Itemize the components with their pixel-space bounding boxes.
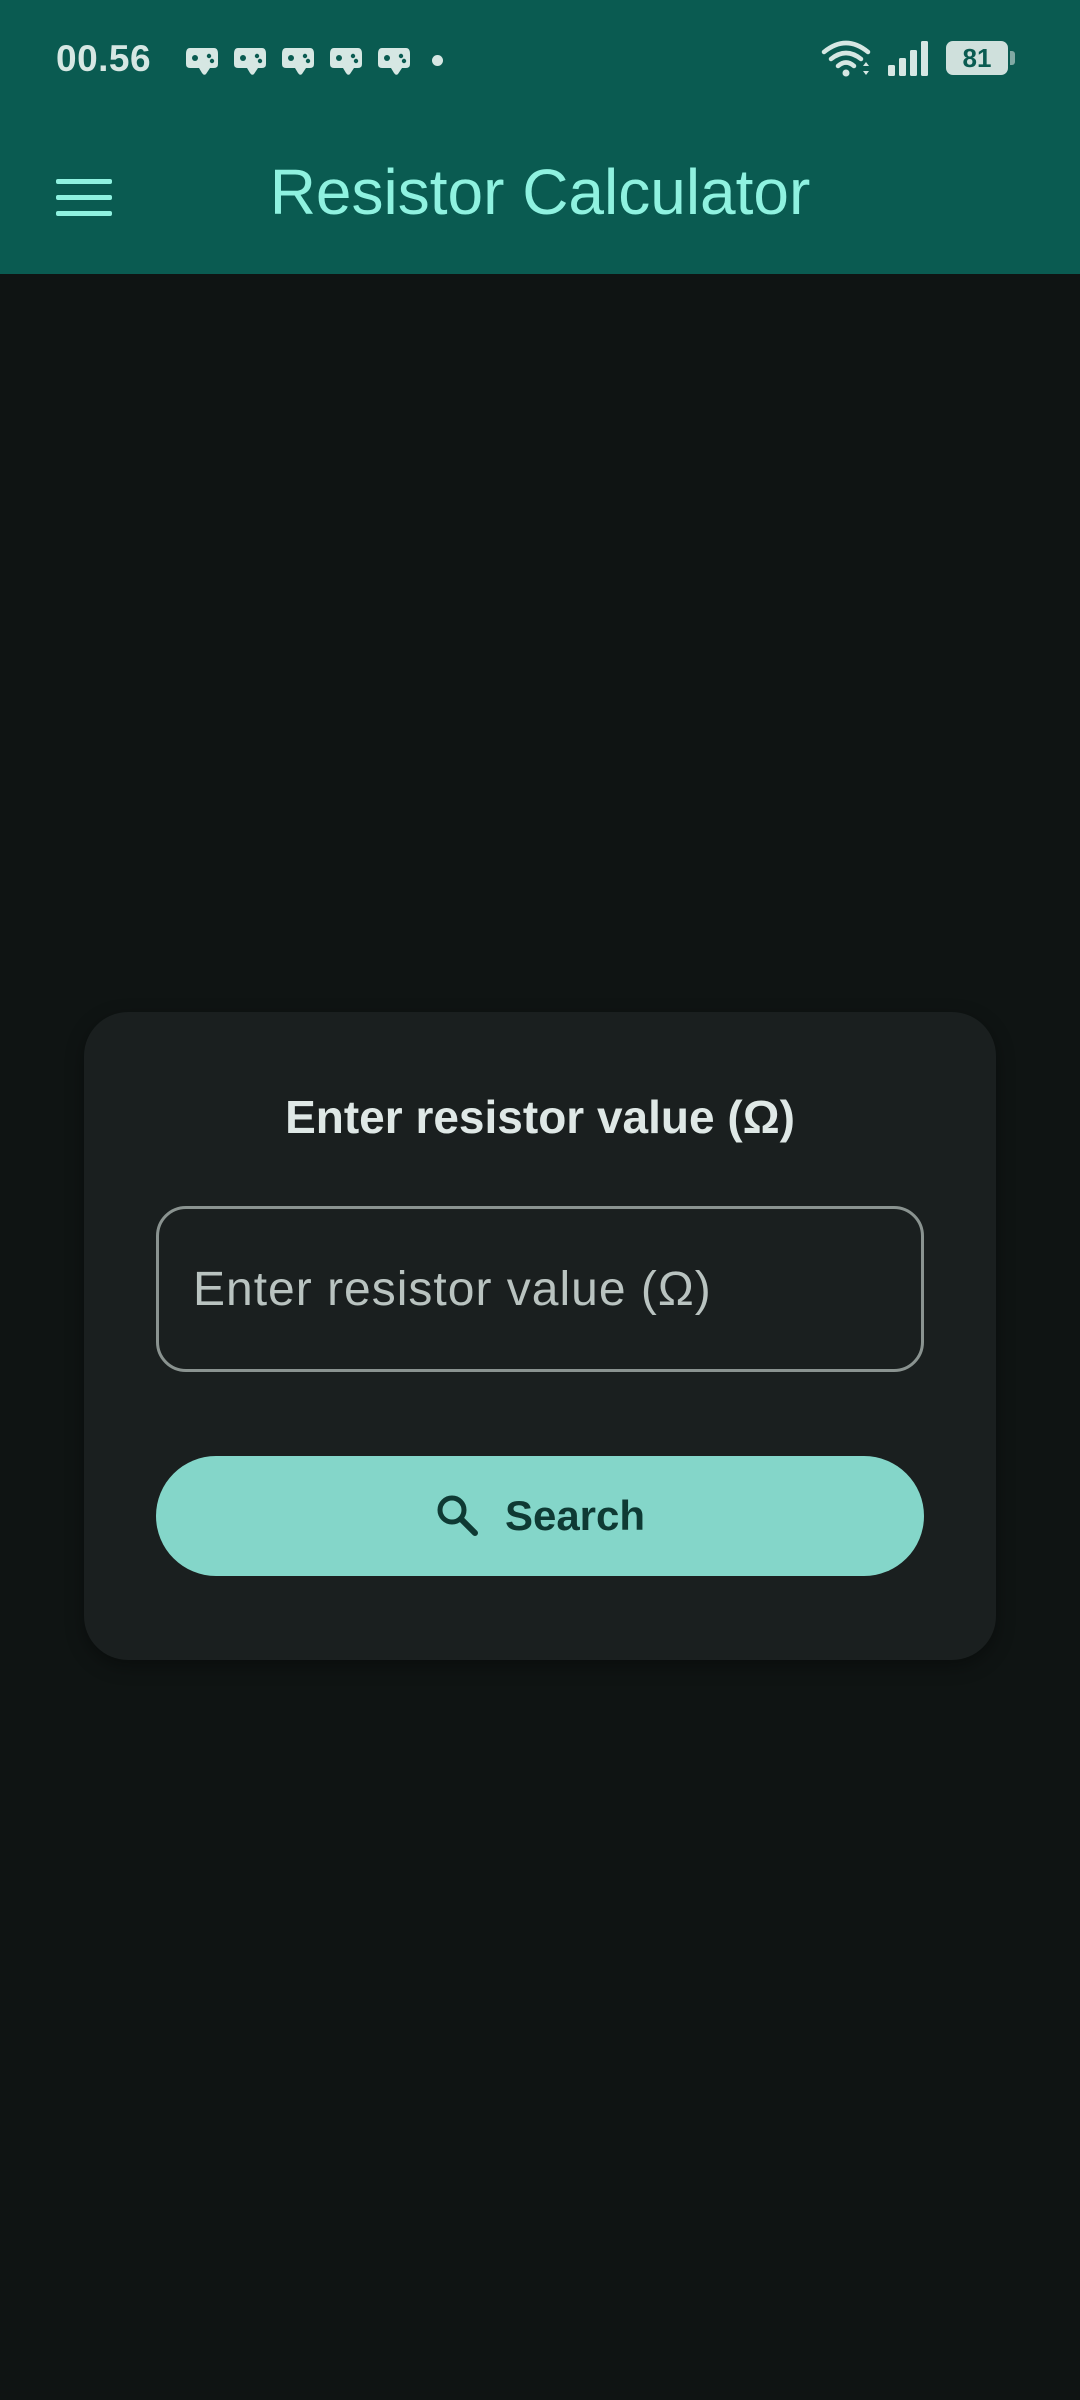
game-controller-icon	[328, 44, 364, 76]
search-icon	[435, 1493, 479, 1540]
signal-icon	[886, 38, 932, 78]
game-controller-icon	[280, 44, 316, 76]
search-button-label: Search	[504, 1492, 646, 1539]
resistor-input-card: Enter resistor value (Ω) Search	[84, 1012, 996, 1660]
game-controller-icon	[232, 44, 268, 76]
game-controller-icon	[184, 44, 220, 76]
app-title: Resistor Calculator	[269, 156, 811, 228]
battery-level: 81	[962, 42, 992, 73]
top-bar: 00.56 81 Resistor Calculator	[0, 0, 1080, 274]
more-notifications-dot-icon	[432, 54, 443, 66]
search-button[interactable]: Search	[156, 1456, 924, 1576]
resistor-value-input[interactable]	[156, 1206, 924, 1372]
app-bar: Resistor Calculator	[0, 124, 1080, 274]
card-heading: Enter resistor value (Ω)	[285, 1091, 795, 1143]
status-time: 00.56	[56, 38, 152, 79]
game-controller-icon	[376, 44, 412, 76]
battery-icon: 81	[946, 41, 1015, 75]
status-right-group: 81	[820, 38, 1015, 78]
screen: 00.56 81 Resistor Calculator Enter resis…	[0, 0, 1080, 2400]
notification-icons	[184, 44, 443, 76]
wifi-icon	[820, 38, 872, 78]
status-bar: 00.56 81	[0, 0, 1080, 124]
